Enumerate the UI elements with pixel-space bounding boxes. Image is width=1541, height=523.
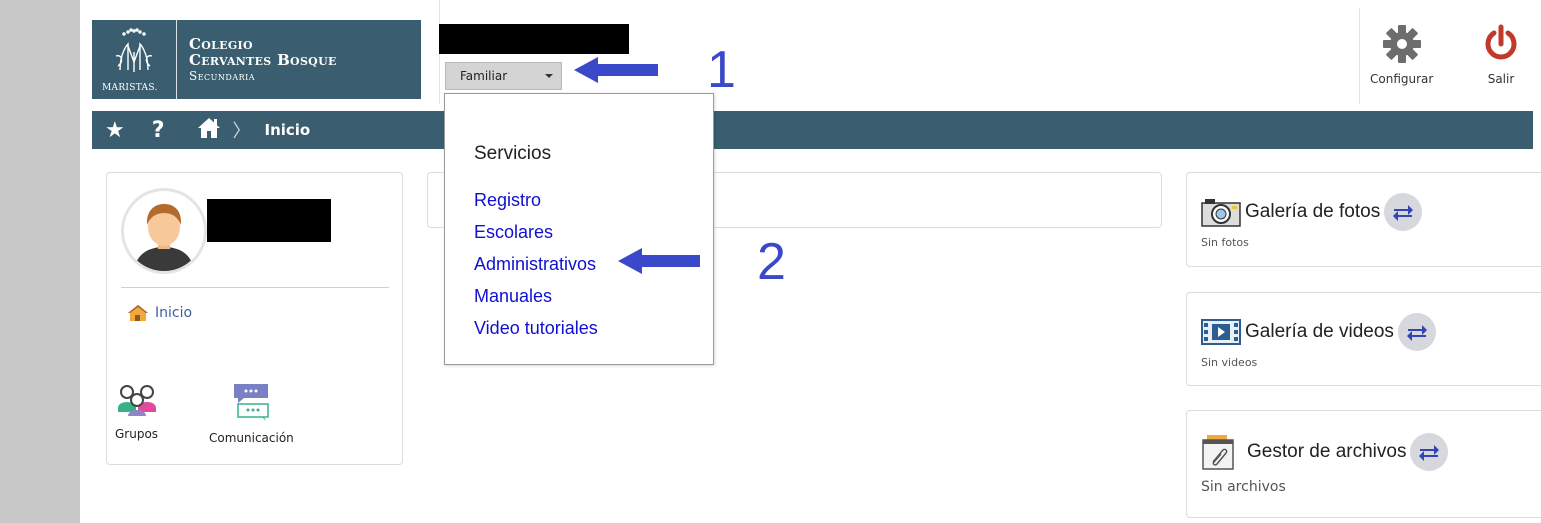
house-icon	[128, 305, 148, 321]
menu-item-administrativos[interactable]: Administrativos	[474, 251, 598, 283]
navigation-bar: ★ ? 〉 Inicio	[92, 111, 1533, 149]
annotation-arrow-2	[618, 248, 700, 274]
menu-item-manuales[interactable]: Manuales	[474, 283, 598, 315]
breadcrumb-separator: 〉	[232, 121, 251, 142]
configure-button[interactable]: Configurar	[1370, 24, 1433, 86]
home-icon[interactable]	[197, 117, 221, 143]
annotation-number-2: 2	[757, 233, 786, 291]
menu-item-escolares[interactable]: Escolares	[474, 219, 598, 251]
photo-gallery-title: Galería de fotos	[1245, 201, 1381, 222]
emblem-caption: MARISTAS.	[102, 83, 158, 93]
sidebar-home-link[interactable]: Inicio	[127, 304, 192, 322]
photo-gallery-switch-button[interactable]	[1384, 193, 1423, 231]
film-icon	[1201, 319, 1241, 345]
file-manager-widget: Gestor de archivos Sin archivos	[1186, 410, 1541, 518]
video-gallery-switch-button[interactable]	[1397, 313, 1436, 351]
profile-divider	[121, 287, 389, 288]
dropdown-heading: Servicios	[474, 143, 552, 164]
swap-arrows-icon	[1406, 325, 1427, 341]
video-gallery-header: Galería de videos	[1201, 313, 1436, 351]
photo-gallery-empty: Sin fotos	[1201, 236, 1249, 249]
exit-button[interactable]: Salir	[1483, 24, 1519, 86]
profile-card: Inicio Grupos Comunicación	[106, 172, 403, 465]
groups-label: Grupos	[115, 427, 159, 441]
school-name: Colegio Cervantes Bosque Secundaria	[177, 36, 337, 84]
profile-select-value: Familiar	[460, 69, 508, 83]
school-name-line3: Secundaria	[189, 68, 256, 83]
header-divider-right	[1359, 8, 1360, 104]
file-manager-empty: Sin archivos	[1201, 479, 1286, 495]
school-name-line1: Colegio	[189, 34, 253, 53]
menu-item-registro[interactable]: Registro	[474, 187, 598, 219]
menu-item-video-tutoriales[interactable]: Video tutoriales	[474, 315, 598, 347]
school-name-line2: Cervantes Bosque	[189, 50, 337, 69]
profile-select[interactable]: Familiar	[445, 62, 562, 90]
chat-bubbles-icon	[234, 384, 270, 421]
groups-tile[interactable]: Grupos	[115, 382, 158, 441]
gear-icon	[1382, 25, 1421, 63]
photo-gallery-header: Galería de fotos	[1201, 193, 1423, 231]
communication-label: Comunicación	[209, 431, 294, 445]
emblem-monogram-icon	[115, 28, 153, 72]
swap-arrows-icon	[1419, 445, 1440, 461]
camera-icon	[1201, 199, 1241, 227]
groups-icon	[117, 385, 156, 416]
photo-gallery-widget: Galería de fotos Sin fotos	[1186, 172, 1541, 267]
breadcrumb-current: Inicio	[264, 121, 311, 139]
left-gutter	[0, 0, 80, 523]
exit-label: Salir	[1487, 72, 1515, 86]
annotation-arrow-1	[574, 57, 658, 83]
maristas-emblem: MARISTAS.	[92, 20, 177, 99]
configure-label: Configurar	[1370, 72, 1434, 86]
video-gallery-widget: Galería de videos Sin videos	[1186, 292, 1541, 386]
chevron-down-icon	[545, 74, 553, 78]
favorites-star-icon[interactable]: ★	[105, 118, 125, 143]
communication-tile[interactable]: Comunicación	[209, 382, 294, 445]
redacted-username	[439, 24, 629, 54]
video-gallery-title: Galería de videos	[1245, 321, 1394, 342]
file-manager-icon	[1202, 435, 1234, 470]
redacted-user-name	[207, 199, 331, 242]
school-logo[interactable]: MARISTAS. Colegio Cervantes Bosque Secun…	[92, 20, 421, 99]
help-icon[interactable]: ?	[152, 118, 165, 143]
avatar[interactable]	[121, 188, 207, 274]
file-manager-switch-button[interactable]	[1410, 433, 1449, 471]
annotation-number-1: 1	[707, 41, 736, 99]
file-manager-header: Gestor de archivos	[1201, 433, 1449, 471]
services-dropdown-menu: Servicios Registro Escolares Administrat…	[444, 93, 714, 365]
sidebar-home-label: Inicio	[155, 305, 193, 321]
video-gallery-empty: Sin videos	[1201, 356, 1258, 369]
swap-arrows-icon	[1393, 205, 1414, 221]
power-icon	[1485, 24, 1517, 60]
services-menu-list: Registro Escolares Administrativos Manua…	[474, 187, 598, 347]
file-manager-title: Gestor de archivos	[1247, 441, 1407, 462]
